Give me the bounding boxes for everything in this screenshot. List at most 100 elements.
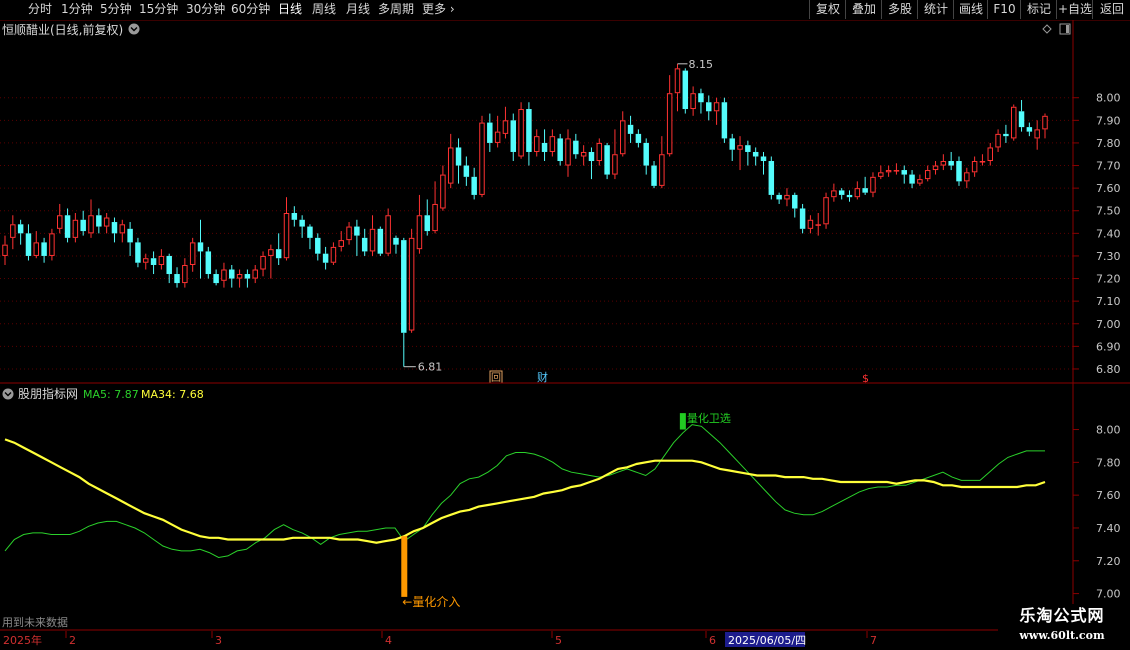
- period-tab-9[interactable]: 多周期: [378, 0, 414, 19]
- candle-117: [917, 174, 923, 186]
- candle-19: [150, 251, 157, 275]
- candle-58: [455, 138, 462, 184]
- candle-12: [96, 208, 102, 234]
- period-tab-0[interactable]: 分时: [28, 0, 52, 19]
- candle-106: [831, 183, 837, 202]
- price-tick-label-3: 7.10: [1096, 295, 1121, 308]
- candle-64: [502, 106, 509, 139]
- month-label-1: 3: [215, 634, 222, 647]
- candle-74: [580, 145, 587, 166]
- toolbar: 分时 1分钟 5分钟 15分钟 30分钟 60分钟 日线 周线 月线 多周期 更多 › 复权 叠加 多股统…: [0, 0, 1130, 21]
- price-tick-label-0: 6.80: [1096, 363, 1121, 376]
- toolbar-button-1[interactable]: 叠加: [845, 0, 882, 19]
- candle-52: [408, 228, 415, 333]
- candle-123: [964, 167, 970, 189]
- period-tab-8[interactable]: 月线: [346, 0, 370, 19]
- candle-132: [1034, 120, 1040, 150]
- indicator-tick-label-5: 8.00: [1096, 424, 1121, 437]
- candle-24: [189, 237, 196, 272]
- candle-100: [784, 188, 790, 207]
- toolbar-button-8[interactable]: 返回: [1092, 0, 1130, 19]
- period-tab-5[interactable]: 60分钟: [231, 0, 270, 19]
- candle-59: [463, 156, 470, 186]
- toolbar-button-3[interactable]: 统计: [917, 0, 954, 19]
- toolbar-button-0[interactable]: 复权: [809, 0, 846, 19]
- price-tick-label-12: 8.00: [1096, 92, 1121, 105]
- toolbar-button-7[interactable]: +自选: [1056, 0, 1093, 19]
- candle-21: [166, 253, 172, 284]
- candle-99: [776, 192, 782, 204]
- candle-26: [205, 246, 212, 279]
- series-line-ma34: [4, 438, 1046, 544]
- candle-77: [604, 142, 610, 180]
- price-tick-label-8: 7.60: [1096, 182, 1121, 195]
- candle-31: [244, 269, 251, 288]
- toolbar-button-6[interactable]: 标记: [1020, 0, 1057, 19]
- candle-10: [80, 210, 86, 236]
- candle-109: [854, 181, 861, 200]
- candle-57: [447, 133, 454, 189]
- candle-50: [393, 235, 399, 254]
- indicator-axis: 7.00 7.20 7.40 7.60 7.80 8.00: [1073, 424, 1121, 601]
- candle-8: [64, 208, 71, 243]
- indicator-tick-label-0: 7.00: [1096, 588, 1121, 601]
- candle-45: [354, 219, 360, 256]
- logo-name: 乐淘公式网: [1019, 606, 1105, 625]
- candle-133: [1042, 113, 1048, 139]
- candle-1: [10, 215, 16, 250]
- cursor-date-box: 2025/06/05/四: [725, 632, 806, 647]
- period-tab-4[interactable]: 30分钟: [186, 0, 225, 19]
- candle-54: [424, 199, 430, 236]
- period-tab-2[interactable]: 5分钟: [100, 0, 132, 19]
- candle-116: [909, 170, 915, 189]
- panel-maximize-icon[interactable]: [1059, 23, 1071, 35]
- candle-20: [158, 249, 165, 270]
- candle-129: [1010, 104, 1017, 141]
- candle-103: [807, 215, 814, 234]
- candle-107: [838, 188, 845, 200]
- toolbar-button-5[interactable]: F10: [987, 0, 1021, 19]
- candle-23: [182, 258, 188, 288]
- candle-75: [588, 147, 595, 180]
- period-tab-10[interactable]: 更多 ›: [422, 0, 455, 19]
- candle-73: [573, 133, 579, 159]
- candle-86: [674, 63, 681, 112]
- candle-14: [111, 217, 118, 243]
- candle-113: [885, 165, 892, 177]
- candle-39: [307, 224, 313, 250]
- stock-chart[interactable]: 恒顺醋业(日线,前复权) 6.80 6.90 7.00 7.10 7.20 7.30 7.4…: [0, 20, 1130, 650]
- period-tab-6[interactable]: 日线: [278, 0, 302, 19]
- candle-95: [745, 140, 751, 166]
- period-tab-3[interactable]: 15分钟: [139, 0, 178, 19]
- low-label: 6.81: [418, 361, 443, 374]
- ma34-legend: MA34: 7.68: [141, 388, 204, 401]
- candle-130: [1018, 99, 1025, 132]
- candle-55: [432, 181, 438, 234]
- period-tab-1[interactable]: 1分钟: [61, 0, 93, 19]
- candle-48: [377, 226, 384, 256]
- candle-128: [1003, 124, 1009, 143]
- indicator-dropdown-icon[interactable]: [2, 388, 14, 400]
- event-marker-hui[interactable]: 回: [489, 370, 503, 384]
- candle-127: [995, 129, 1001, 152]
- price-tick-label-11: 7.90: [1096, 114, 1121, 127]
- period-tab-7[interactable]: 周线: [312, 0, 336, 19]
- toolbar-button-4[interactable]: 画线: [953, 0, 988, 19]
- price-tick-label-10: 7.80: [1096, 137, 1121, 150]
- candle-69: [541, 129, 548, 162]
- diamond-icon[interactable]: [1042, 24, 1052, 34]
- candle-36: [283, 197, 290, 261]
- candle-29: [229, 264, 235, 288]
- candle-131: [1026, 122, 1033, 137]
- candle-72: [565, 129, 571, 177]
- candle-88: [690, 86, 696, 116]
- candle-28: [221, 262, 227, 288]
- candle-110: [862, 176, 868, 195]
- candle-112: [878, 165, 884, 180]
- title-dropdown-icon[interactable]: [128, 23, 140, 35]
- event-marker-hui-text: 回: [491, 372, 501, 384]
- candle-121: [948, 151, 954, 171]
- toolbar-button-2[interactable]: 多股: [881, 0, 918, 19]
- event-marker-cai[interactable]: 财: [537, 370, 548, 384]
- candle-104: [815, 213, 821, 236]
